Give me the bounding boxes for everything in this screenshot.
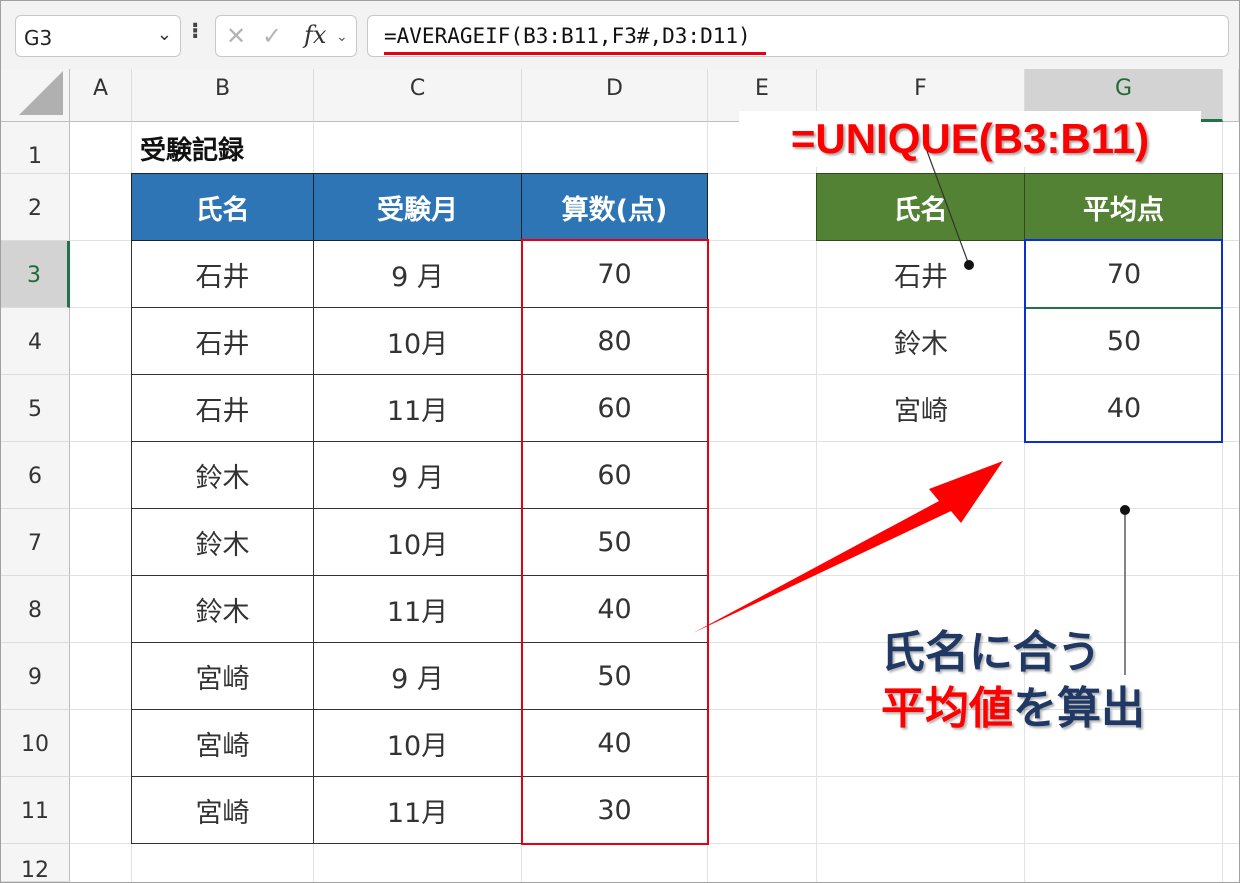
table-cell-name[interactable]: 鈴木: [131, 576, 314, 643]
table-cell-name[interactable]: 鈴木: [131, 442, 314, 509]
row-header-3[interactable]: 3: [1, 241, 70, 308]
formula-buttons: ✕ ✓ fx ⌄: [215, 15, 357, 57]
table-cell-month[interactable]: 9 月: [314, 442, 522, 509]
row-header-10[interactable]: 10: [1, 710, 70, 777]
spreadsheet-grid: A B C D E F G 1 2 3 4 5 6 7 8 9 10 11 12: [1, 69, 1239, 882]
table-cell-name[interactable]: 石井: [131, 308, 314, 375]
row-header-5[interactable]: 5: [1, 375, 70, 442]
row-header-1[interactable]: 1: [1, 122, 70, 174]
table-cell-month[interactable]: 10月: [314, 509, 522, 576]
table-cell-name[interactable]: 宮崎: [131, 777, 314, 844]
note-line-2-rest: を算出: [1013, 683, 1145, 734]
table-cell-month[interactable]: 11月: [314, 777, 522, 844]
row-header-2[interactable]: 2: [1, 174, 70, 241]
table-header-month[interactable]: 受験月: [314, 173, 522, 241]
active-cell-border: [1026, 307, 1221, 309]
formula-text: =AVERAGEIF(B3:B11,F3#,D3:D11): [384, 24, 751, 48]
enter-icon[interactable]: ✓: [262, 22, 282, 50]
note-line-2: 平均値を算出: [881, 681, 1211, 737]
table-cell-month[interactable]: 10月: [314, 710, 522, 777]
note-highlight: 平均値: [881, 683, 1013, 734]
sheet-title[interactable]: 受験記録: [132, 122, 314, 174]
table-cell-month[interactable]: 10月: [314, 308, 522, 375]
table-cell-name[interactable]: 石井: [131, 375, 314, 442]
explanation-note: 氏名に合う 平均値を算出: [881, 625, 1211, 737]
table-header-score[interactable]: 算数(点): [522, 173, 708, 241]
unique-formula-callout: =UNIQUE(B3:B11): [739, 111, 1201, 167]
row-header-11[interactable]: 11: [1, 777, 70, 844]
table-cell-month[interactable]: 11月: [314, 576, 522, 643]
name-box-value: G3: [24, 26, 53, 50]
summary-cell-name[interactable]: 石井: [817, 241, 1025, 308]
row-header-8[interactable]: 8: [1, 576, 70, 643]
column-header-c[interactable]: C: [314, 69, 522, 122]
table-cell-name[interactable]: 宮崎: [131, 643, 314, 710]
column-header-b[interactable]: B: [132, 69, 314, 122]
table-cell-month[interactable]: 9 月: [314, 643, 522, 710]
column-header-h[interactable]: [1223, 69, 1239, 122]
row-header-12[interactable]: 12: [1, 844, 70, 882]
excel-window: G3 ⌄ ⁝ ✕ ✓ fx ⌄ =AVERAGEIF(B3:B11,F3#,D3…: [0, 0, 1240, 883]
formula-input[interactable]: =AVERAGEIF(B3:B11,F3#,D3:D11): [367, 15, 1229, 57]
summary-cell-name[interactable]: 鈴木: [817, 308, 1025, 375]
note-line-1: 氏名に合う: [881, 627, 1101, 678]
table-cell-name[interactable]: 石井: [131, 241, 314, 308]
summary-header-name[interactable]: 氏名: [816, 173, 1025, 241]
row-header-4[interactable]: 4: [1, 308, 70, 375]
chevron-down-icon[interactable]: ⌄: [157, 24, 172, 45]
summary-cell-name[interactable]: 宮崎: [817, 375, 1025, 442]
name-box[interactable]: G3 ⌄: [15, 15, 181, 57]
chevron-down-icon[interactable]: ⌄: [336, 29, 348, 45]
table-header-name[interactable]: 氏名: [131, 173, 314, 241]
table-cell-name[interactable]: 宮崎: [131, 710, 314, 777]
summary-header-average[interactable]: 平均点: [1025, 173, 1223, 241]
insert-function-icon[interactable]: fx: [304, 21, 326, 49]
formula-bar-separator[interactable]: ⁝: [191, 19, 199, 44]
column-header-a[interactable]: A: [70, 69, 132, 122]
formula-bar: G3 ⌄ ⁝ ✕ ✓ fx ⌄ =AVERAGEIF(B3:B11,F3#,D3…: [1, 1, 1239, 69]
table-cell-month[interactable]: 9 月: [314, 241, 522, 308]
row-header-9[interactable]: 9: [1, 643, 70, 710]
select-all-button[interactable]: [1, 69, 70, 122]
average-range-highlight: [1024, 239, 1223, 443]
table-cell-name[interactable]: 鈴木: [131, 509, 314, 576]
row-header-7[interactable]: 7: [1, 509, 70, 576]
formula-underline: [384, 52, 766, 55]
cancel-icon[interactable]: ✕: [226, 22, 246, 50]
table-cell-month[interactable]: 11月: [314, 375, 522, 442]
score-range-highlight: [521, 239, 709, 845]
row-header-6[interactable]: 6: [1, 442, 70, 509]
column-header-d[interactable]: D: [522, 69, 708, 122]
